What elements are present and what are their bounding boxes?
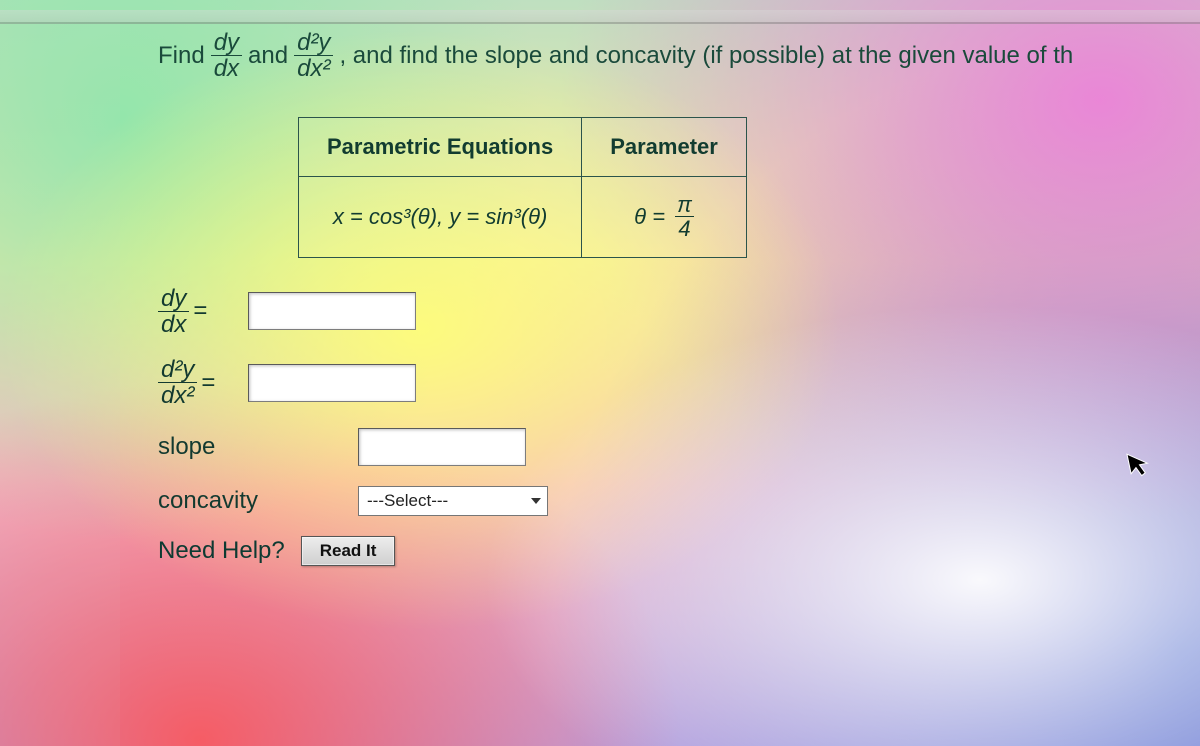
left-margin	[0, 22, 120, 746]
frac-den: 4	[675, 216, 693, 240]
frac-num: dy	[159, 286, 188, 311]
table-header-parameter: Parameter	[582, 118, 747, 177]
concavity-select[interactable]: ---Select---	[358, 486, 548, 516]
homework-screen: Find dy dx and d²y dx² , and find the sl…	[0, 0, 1200, 746]
table-cell-parameter: θ = π 4	[582, 177, 747, 257]
frac-den: dx	[211, 55, 242, 81]
read-it-button[interactable]: Read It	[301, 536, 396, 566]
parameter-theta-equals: θ =	[634, 204, 665, 230]
answer-row-d2y-dx2: d²y dx² =	[158, 357, 1200, 408]
frac-num: d²y	[159, 357, 196, 382]
need-help-row: Need Help? Read It	[158, 536, 1200, 566]
fraction-label: d²y dx²	[158, 357, 197, 408]
need-help-label: Need Help?	[158, 537, 285, 565]
equals-sign: =	[193, 297, 207, 325]
answer-row-slope: slope	[158, 428, 1200, 466]
equals-sign: =	[201, 369, 215, 397]
table-cell-equations: x = cos³(θ), y = sin³(θ)	[299, 177, 582, 257]
window-top-border	[0, 10, 1200, 24]
question-and: and	[248, 42, 288, 70]
frac-den: dx²	[158, 382, 197, 408]
slope-input[interactable]	[358, 428, 526, 466]
fraction-pi-over-4: π 4	[675, 193, 694, 240]
answers-block: dy dx = d²y dx² = slope	[158, 286, 1200, 517]
frac-num: dy	[212, 30, 241, 55]
fraction-label: dy dx	[158, 286, 189, 337]
answer-label-slope: slope	[158, 433, 298, 461]
table-header-equations: Parametric Equations	[299, 118, 582, 177]
answer-row-concavity: concavity ---Select---	[158, 486, 1200, 516]
frac-den: dx²	[294, 55, 333, 81]
fraction-dy-dx: dy dx	[211, 30, 242, 81]
dy-dx-input[interactable]	[248, 292, 416, 330]
select-placeholder: ---Select---	[359, 487, 525, 515]
frac-num: π	[675, 193, 694, 216]
answer-label-concavity: concavity	[158, 487, 298, 515]
question-text: Find dy dx and d²y dx² , and find the sl…	[158, 30, 1200, 81]
d2y-dx2-input[interactable]	[248, 364, 416, 402]
frac-num: d²y	[295, 30, 332, 55]
parametric-equations-value: x = cos³(θ), y = sin³(θ)	[333, 204, 548, 229]
question-prefix: Find	[158, 42, 205, 70]
fraction-d2y-dx2: d²y dx²	[294, 30, 333, 81]
parametric-table: Parametric Equations Parameter x = cos³(…	[298, 117, 747, 257]
question-rest: , and find the slope and concavity (if p…	[339, 42, 1073, 70]
answer-label-d2y-dx2: d²y dx² =	[158, 357, 248, 408]
answer-label-dy-dx: dy dx =	[158, 286, 248, 337]
frac-den: dx	[158, 311, 189, 337]
answer-row-dy-dx: dy dx =	[158, 286, 1200, 337]
question-content: Find dy dx and d²y dx² , and find the sl…	[158, 30, 1200, 566]
chevron-down-icon	[525, 487, 547, 515]
